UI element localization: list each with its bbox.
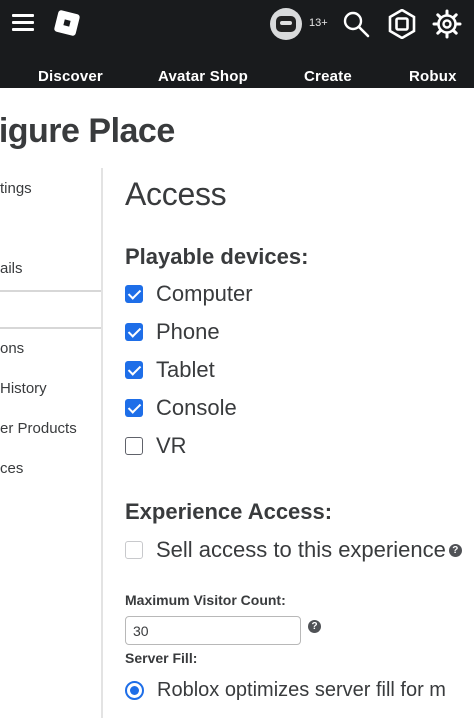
- server-fill-option-label: Roblox optimizes server fill for m: [157, 678, 446, 701]
- settings-sidebar: tings ails ons History er Products ces: [0, 168, 103, 718]
- sidebar-item-places[interactable]: ces: [0, 460, 23, 477]
- device-computer-option[interactable]: Computer: [125, 281, 253, 306]
- sell-access-help-icon[interactable]: ?: [448, 543, 462, 557]
- age-badge: 13+: [309, 17, 328, 29]
- avatar[interactable]: [270, 8, 302, 40]
- vr-label: VR: [156, 433, 187, 458]
- computer-label: Computer: [156, 281, 253, 306]
- tablet-checkbox[interactable]: [125, 361, 143, 379]
- nav-avatar-shop[interactable]: Avatar Shop: [158, 68, 248, 85]
- top-navigation-bar: 13+ Discover Avatar Shop Create Robux: [0, 0, 474, 88]
- server-fill-option-roblox[interactable]: Roblox optimizes server fill for m: [125, 678, 446, 702]
- device-tablet-option[interactable]: Tablet: [125, 357, 215, 382]
- sell-access-option[interactable]: Sell access to this experience ?: [125, 537, 462, 562]
- sidebar-item-permissions[interactable]: ons: [0, 340, 24, 357]
- sidebar-item-version-history[interactable]: History: [0, 380, 47, 397]
- vr-checkbox[interactable]: [125, 437, 143, 455]
- menu-icon[interactable]: [12, 14, 34, 32]
- gear-icon[interactable]: [432, 9, 462, 39]
- console-checkbox[interactable]: [125, 399, 143, 417]
- device-console-option[interactable]: Console: [125, 395, 237, 420]
- experience-access-heading: Experience Access:: [125, 499, 333, 524]
- device-phone-option[interactable]: Phone: [125, 319, 220, 344]
- search-icon[interactable]: [342, 10, 370, 38]
- robux-icon[interactable]: [387, 9, 417, 39]
- roblox-logo-icon[interactable]: [53, 9, 81, 37]
- device-vr-option[interactable]: VR: [125, 433, 187, 458]
- tablet-label: Tablet: [156, 357, 215, 382]
- computer-checkbox[interactable]: [125, 285, 143, 303]
- sidebar-item-basic-settings[interactable]: tings: [0, 180, 32, 197]
- server-fill-radio[interactable]: [125, 680, 144, 700]
- server-fill-label: Server Fill:: [125, 650, 198, 666]
- sidebar-item-details[interactable]: ails: [0, 260, 23, 277]
- console-label: Console: [156, 395, 237, 420]
- phone-label: Phone: [156, 319, 220, 344]
- nav-robux[interactable]: Robux: [409, 68, 457, 85]
- max-visitor-help-icon[interactable]: ?: [308, 620, 321, 633]
- nav-create[interactable]: Create: [304, 68, 352, 85]
- sell-access-label: Sell access to this experience: [156, 537, 446, 562]
- sell-access-checkbox[interactable]: [125, 541, 143, 559]
- nav-discover[interactable]: Discover: [38, 68, 103, 85]
- sidebar-item-access-selected[interactable]: [0, 290, 101, 329]
- page-title: figure Place: [0, 112, 175, 150]
- max-visitor-input[interactable]: [125, 616, 301, 645]
- section-title: Access: [125, 176, 227, 212]
- max-visitor-label: Maximum Visitor Count:: [125, 592, 286, 608]
- phone-checkbox[interactable]: [125, 323, 143, 341]
- sidebar-item-developer-products[interactable]: er Products: [0, 420, 77, 437]
- playable-devices-heading: Playable devices:: [125, 244, 309, 269]
- main-nav: Discover Avatar Shop Create Robux: [0, 68, 474, 88]
